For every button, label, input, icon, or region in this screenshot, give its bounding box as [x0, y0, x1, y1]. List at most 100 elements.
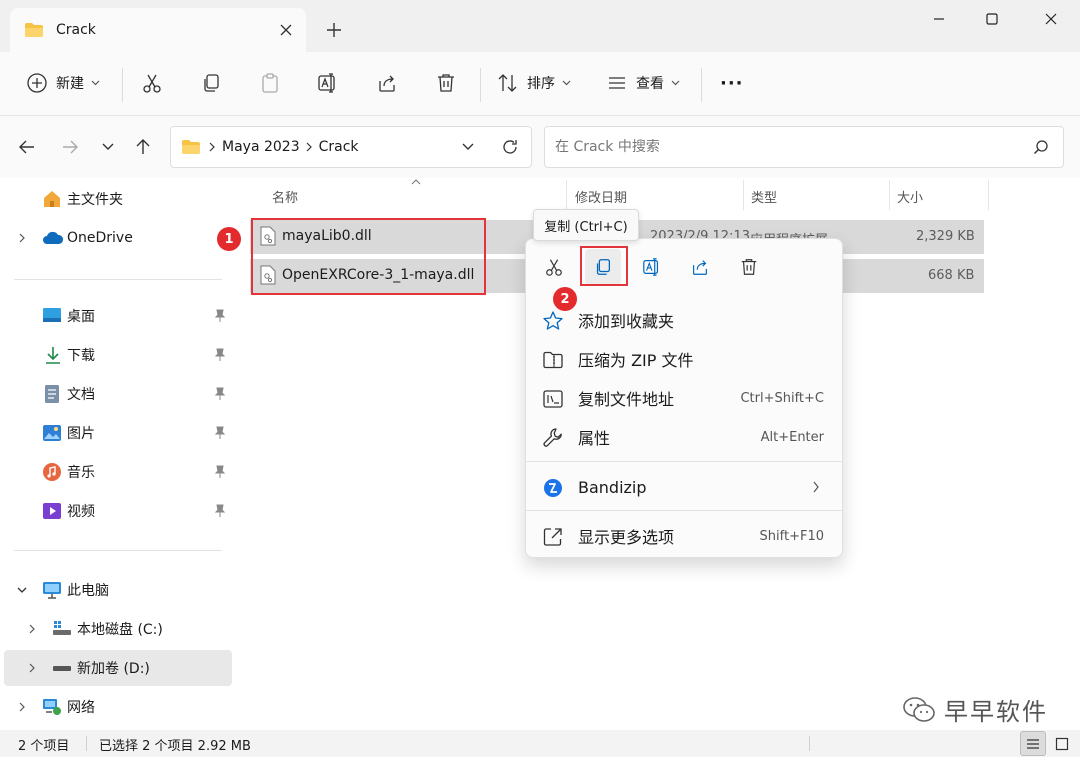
sidebar-item-downloads[interactable]: 下载: [0, 337, 232, 373]
back-arrow-icon[interactable]: [14, 134, 40, 160]
clipboard-icon: [259, 72, 281, 94]
context-delete-button[interactable]: [731, 249, 767, 285]
new-tab-icon[interactable]: [324, 20, 344, 40]
view-button[interactable]: 查看: [606, 66, 680, 100]
chevron-right-icon[interactable]: [26, 662, 38, 674]
chevron-right-icon[interactable]: [26, 623, 38, 635]
sidebar-item-music[interactable]: 音乐: [0, 454, 232, 490]
sidebar-label: 主文件夹: [67, 192, 123, 208]
rename-icon: [642, 257, 662, 277]
context-share-button[interactable]: [682, 249, 718, 285]
sidebar-divider: [14, 279, 222, 280]
sidebar-item-drive-c[interactable]: 本地磁盘 (C:): [0, 611, 232, 647]
sidebar-item-documents[interactable]: 文档: [0, 376, 232, 412]
drive-icon: [52, 619, 72, 639]
chevron-right-icon[interactable]: [16, 701, 28, 713]
watermark-text: 早早软件: [944, 698, 1048, 726]
column-header-size[interactable]: 大小: [897, 178, 923, 214]
cut-button[interactable]: [141, 66, 163, 100]
column-divider[interactable]: [566, 180, 567, 210]
menu-item-bandizip[interactable]: Bandizip: [532, 469, 838, 505]
sort-icon: [497, 72, 519, 94]
sidebar-item-this-pc[interactable]: 此电脑: [0, 572, 232, 608]
copy-icon: [200, 72, 222, 94]
chevron-right-icon[interactable]: [16, 232, 28, 244]
bandizip-icon: [542, 477, 564, 499]
minimize-icon[interactable]: [924, 8, 954, 30]
pin-icon[interactable]: [214, 387, 226, 401]
sort-button[interactable]: 排序: [497, 66, 571, 100]
tiles-view-icon: [1055, 737, 1069, 751]
sidebar-item-pictures[interactable]: 图片: [0, 415, 232, 451]
details-view-icon: [1026, 737, 1040, 751]
refresh-icon[interactable]: [497, 134, 523, 160]
column-divider[interactable]: [889, 180, 890, 210]
menu-item-compress-zip[interactable]: 压缩为 ZIP 文件: [532, 341, 838, 377]
copy-button[interactable]: [200, 66, 222, 100]
column-divider[interactable]: [988, 180, 989, 210]
star-icon: [542, 310, 564, 332]
context-cut-button[interactable]: [536, 249, 572, 285]
pin-icon[interactable]: [214, 309, 226, 323]
column-header-name[interactable]: 名称: [272, 178, 298, 214]
menu-item-copy-as-path[interactable]: 复制文件地址 Ctrl+Shift+C: [532, 380, 838, 416]
sidebar-label: 新加卷 (D:): [77, 661, 150, 677]
menu-item-show-more-options[interactable]: 显示更多选项 Shift+F10: [532, 518, 838, 554]
pin-icon[interactable]: [214, 348, 226, 362]
navigation-bar: Maya 2023 Crack: [0, 116, 1080, 178]
pin-icon[interactable]: [214, 504, 226, 518]
sidebar-item-network[interactable]: 网络: [0, 689, 232, 725]
pin-icon[interactable]: [214, 426, 226, 440]
address-history-chevron-icon[interactable]: [461, 142, 475, 152]
rename-button[interactable]: [317, 66, 339, 100]
column-header-type[interactable]: 类型: [751, 178, 777, 214]
close-tab-icon[interactable]: [278, 22, 294, 38]
menu-item-label: 属性: [578, 429, 611, 448]
share-button[interactable]: [376, 66, 398, 100]
chevron-down-icon[interactable]: [16, 584, 28, 596]
sidebar-item-videos[interactable]: 视频: [0, 493, 232, 529]
maximize-icon[interactable]: [977, 8, 1007, 30]
folder-icon: [181, 139, 201, 155]
documents-icon: [44, 384, 64, 404]
tiles-view-button[interactable]: [1050, 731, 1074, 756]
sidebar-item-home[interactable]: 主文件夹: [0, 181, 232, 217]
breadcrumb-maya-2023[interactable]: Maya 2023: [222, 139, 300, 155]
search-input[interactable]: [555, 139, 1015, 155]
up-arrow-icon[interactable]: [130, 134, 156, 160]
paste-button[interactable]: [259, 66, 281, 100]
menu-item-shortcut: Alt+Enter: [760, 429, 824, 445]
close-window-icon[interactable]: [1036, 8, 1066, 30]
details-view-button[interactable]: [1020, 731, 1046, 756]
delete-button[interactable]: [435, 66, 457, 100]
address-bar[interactable]: Maya 2023 Crack: [170, 126, 532, 168]
desktop-icon: [42, 307, 62, 327]
menu-item-label: Bandizip: [578, 477, 647, 497]
context-rename-button[interactable]: [634, 249, 670, 285]
column-divider[interactable]: [743, 180, 744, 210]
recent-locations-chevron-icon[interactable]: [95, 134, 121, 160]
tab-title: Crack: [56, 22, 96, 38]
sort-ascending-icon: [410, 178, 422, 186]
new-button[interactable]: 新建: [26, 66, 100, 100]
copy-path-icon: [542, 388, 564, 410]
breadcrumb-crack[interactable]: Crack: [319, 139, 359, 155]
menu-item-properties[interactable]: 属性 Alt+Enter: [532, 419, 838, 455]
sidebar-item-onedrive[interactable]: OneDrive: [0, 220, 232, 256]
view-list-icon: [606, 72, 628, 94]
sidebar-item-desktop[interactable]: 桌面: [0, 298, 232, 334]
tab-crack[interactable]: Crack: [10, 8, 306, 52]
sidebar-item-drive-d[interactable]: 新加卷 (D:): [4, 650, 232, 686]
search-box: [544, 126, 1064, 168]
more-options-button[interactable]: ···: [720, 66, 744, 100]
selection-highlight-box: [251, 218, 486, 295]
pin-icon[interactable]: [214, 465, 226, 479]
forward-arrow-icon[interactable]: [57, 134, 83, 160]
toolbar-divider: [701, 68, 702, 102]
copy-tooltip: 复制 (Ctrl+C): [533, 209, 639, 241]
cloud-icon: [42, 230, 64, 250]
trash-icon: [739, 257, 759, 277]
menu-item-add-to-favorites[interactable]: 添加到收藏夹: [532, 302, 838, 338]
search-icon[interactable]: [1033, 139, 1049, 155]
sidebar-label: 图片: [67, 426, 95, 442]
